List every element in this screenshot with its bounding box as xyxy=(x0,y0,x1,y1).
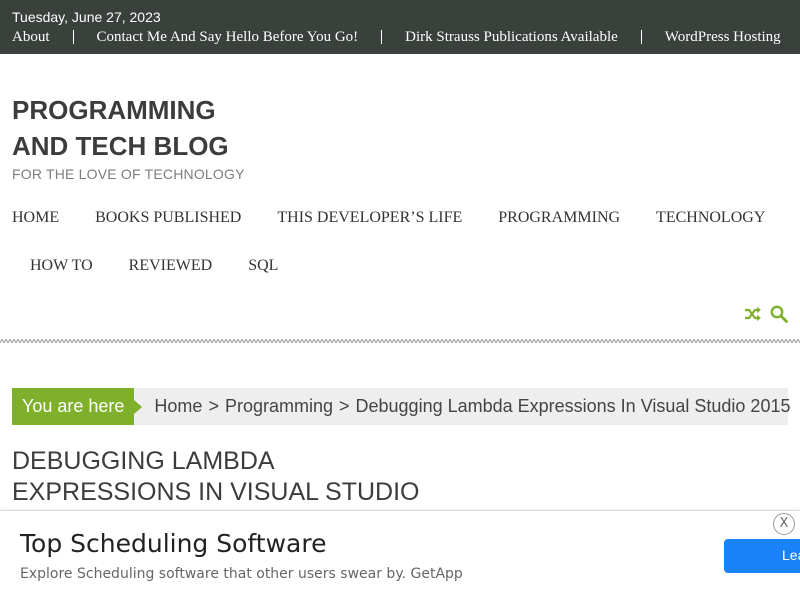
site-tagline: FOR THE LOVE OF TECHNOLOGY xyxy=(12,166,245,182)
breadcrumb-trail: Home > Programming > Debugging Lambda Ex… xyxy=(154,396,790,417)
main-nav-row: HOW TO REVIEWED SQL xyxy=(12,256,792,276)
divider xyxy=(640,30,642,44)
divider xyxy=(381,30,383,44)
header-divider xyxy=(0,339,800,343)
header-icons xyxy=(744,305,788,328)
shuffle-icon[interactable] xyxy=(744,305,762,328)
site-title[interactable]: PROGRAMMING AND TECH BLOG xyxy=(12,92,272,164)
nav-item-how-to[interactable]: HOW TO xyxy=(30,257,93,275)
top-link-contact[interactable]: Contact Me And Say Hello Before You Go! xyxy=(97,29,359,46)
nav-item-sql[interactable]: SQL xyxy=(248,257,278,275)
divider xyxy=(72,30,74,44)
top-bar: Tuesday, June 27, 2023 About Contact Me … xyxy=(0,0,800,54)
nav-item-technology[interactable]: TECHNOLOGY xyxy=(656,209,765,227)
current-date: Tuesday, June 27, 2023 xyxy=(12,9,161,25)
top-nav: About Contact Me And Say Hello Before Yo… xyxy=(12,28,781,46)
site-title-line2: AND TECH BLOG xyxy=(12,131,229,161)
ad-banner[interactable]: Top Scheduling Software Explore Scheduli… xyxy=(0,510,800,600)
close-icon[interactable]: X xyxy=(773,513,795,535)
ad-description[interactable]: Explore Scheduling software that other u… xyxy=(20,566,463,582)
breadcrumb-home[interactable]: Home xyxy=(154,396,202,417)
nav-item-home[interactable]: HOME xyxy=(12,209,59,227)
ad-title[interactable]: Top Scheduling Software xyxy=(20,529,326,558)
search-icon[interactable] xyxy=(770,305,788,328)
breadcrumb-programming[interactable]: Programming xyxy=(225,396,333,417)
main-nav-row: HOME BOOKS PUBLISHED THIS DEVELOPER’S LI… xyxy=(12,208,792,228)
breadcrumb-separator: > xyxy=(208,396,219,416)
breadcrumb-current: Debugging Lambda Expressions In Visual S… xyxy=(355,396,791,416)
site-title-line1: PROGRAMMING xyxy=(12,95,216,125)
nav-item-programming[interactable]: PROGRAMMING xyxy=(498,209,620,227)
top-link-about[interactable]: About xyxy=(12,29,50,46)
breadcrumb: You are here Home > Programming > Debugg… xyxy=(12,388,790,425)
nav-item-developers-life[interactable]: THIS DEVELOPER’S LIFE xyxy=(277,209,462,227)
breadcrumb-label: You are here xyxy=(12,388,143,425)
main-nav: HOME BOOKS PUBLISHED THIS DEVELOPER’S LI… xyxy=(12,208,792,276)
post-title: DEBUGGING LAMBDA EXPRESSIONS IN VISUAL S… xyxy=(12,446,482,508)
nav-item-books-published[interactable]: BOOKS PUBLISHED xyxy=(95,209,241,227)
nav-item-reviewed[interactable]: REVIEWED xyxy=(129,257,213,275)
post-title-line1: DEBUGGING LAMBDA xyxy=(12,447,275,475)
post-title-line2: EXPRESSIONS IN VISUAL STUDIO xyxy=(12,478,420,506)
top-link-hosting[interactable]: WordPress Hosting xyxy=(665,29,781,46)
ad-learn-more-button[interactable]: Lea xyxy=(724,539,800,573)
top-link-publications[interactable]: Dirk Strauss Publications Available xyxy=(405,29,618,46)
breadcrumb-separator: > xyxy=(339,396,350,416)
